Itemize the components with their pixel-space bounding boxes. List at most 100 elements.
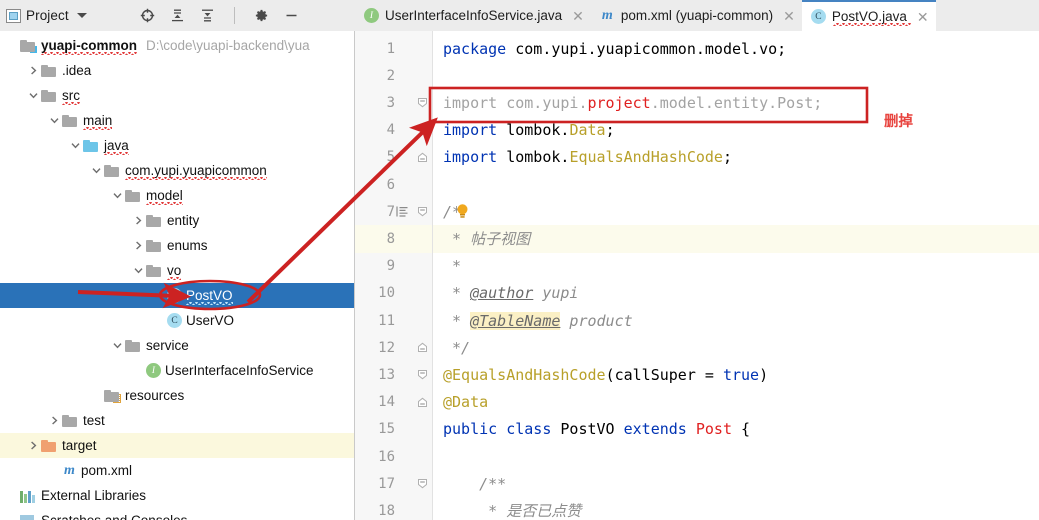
- line-number: 8: [386, 230, 395, 247]
- tree-row-yuapi-common[interactable]: yuapi-common D:\code\yuapi-backend\yua: [0, 33, 354, 58]
- tree-row-java[interactable]: java: [0, 133, 354, 158]
- close-icon[interactable]: ✕: [783, 9, 795, 23]
- editor-gutter[interactable]: 1 2 3 4 5 6 7 8 9 10 11 12 13 14 15 16 17 18: [355, 31, 433, 520]
- chevron-down-icon[interactable]: [76, 13, 87, 18]
- gutter-line-4[interactable]: 4: [355, 117, 432, 144]
- expand-all-icon[interactable]: [169, 7, 186, 24]
- fold-marker-line-17[interactable]: [417, 478, 428, 489]
- code-editor[interactable]: 1 2 3 4 5 6 7 8 9 10 11 12 13 14 15 16 17 18 package com.…: [355, 31, 1039, 520]
- idea-window: Project I UserInterfaceInfoService.java …: [0, 0, 1039, 520]
- tree-row-main[interactable]: main: [0, 108, 354, 133]
- code-line-3[interactable]: import com.yupi.project.model.entity.Pos…: [433, 89, 1039, 116]
- tree-twisty-expanded[interactable]: [109, 191, 125, 200]
- code-line-16[interactable]: [433, 443, 1039, 470]
- tree-row-label: entity: [167, 213, 200, 228]
- tree-row-target[interactable]: target: [0, 433, 354, 458]
- hide-toolwindow-icon[interactable]: [283, 7, 300, 24]
- tree-twisty-collapsed[interactable]: [130, 216, 146, 225]
- tree-twisty-expanded[interactable]: [46, 116, 62, 125]
- code-line-17[interactable]: /**: [433, 470, 1039, 497]
- collapse-all-icon[interactable]: [199, 7, 216, 24]
- gutter-line-11[interactable]: 11: [355, 307, 432, 334]
- spell-error-underline: [41, 52, 138, 55]
- tree-twisty-expanded[interactable]: [88, 166, 104, 175]
- tree-row-enums[interactable]: enums: [0, 233, 354, 258]
- tree-row-label: service: [146, 338, 189, 353]
- code-line-4[interactable]: import lombok.Data;: [433, 117, 1039, 144]
- tree-twisty-collapsed[interactable]: [46, 416, 62, 425]
- select-opened-file-icon[interactable]: [139, 7, 156, 24]
- tree-twisty-expanded[interactable]: [67, 141, 83, 150]
- code-line-text: /**: [443, 474, 507, 493]
- code-line-9[interactable]: *: [433, 253, 1039, 280]
- code-line-8[interactable]: * 帖子视图: [433, 225, 1039, 253]
- tree-row-resources[interactable]: resources: [0, 383, 354, 408]
- close-icon[interactable]: ✕: [917, 10, 929, 24]
- tree-row-label: target: [62, 438, 97, 453]
- tree-twisty-collapsed[interactable]: [130, 241, 146, 250]
- code-line-7[interactable]: /*: [433, 198, 1039, 225]
- tree-row-userinterfaceinfoservice[interactable]: I UserInterfaceInfoService: [0, 358, 354, 383]
- folder-icon: [41, 89, 58, 103]
- code-line-10[interactable]: * @author yupi: [433, 280, 1039, 307]
- editor-tab-2[interactable]: C PostVO.java ✕: [801, 0, 936, 31]
- tree-twisty-collapsed[interactable]: [25, 66, 41, 75]
- tree-twisty-expanded[interactable]: [109, 341, 125, 350]
- code-line-text: import com.yupi.project.model.entity.Pos…: [443, 93, 823, 112]
- tree-row-entity[interactable]: entity: [0, 208, 354, 233]
- tree-row-vo[interactable]: vo: [0, 258, 354, 283]
- fold-marker-line-5[interactable]: [417, 152, 428, 163]
- gutter-line-9[interactable]: 9: [355, 253, 432, 280]
- code-line-14[interactable]: @Data: [433, 389, 1039, 416]
- code-line-2[interactable]: [433, 62, 1039, 89]
- gutter-line-2[interactable]: 2: [355, 62, 432, 89]
- tree-row-scratches-and-consoles[interactable]: Scratches and Consoles: [0, 508, 354, 520]
- project-tree[interactable]: yuapi-common D:\code\yuapi-backend\yua .id…: [0, 31, 355, 520]
- gutter-line-1[interactable]: 1: [355, 35, 432, 62]
- tree-twisty-expanded[interactable]: [25, 91, 41, 100]
- editor-tab-0[interactable]: I UserInterfaceInfoService.java ✕: [355, 0, 591, 31]
- gutter-line-18[interactable]: 18: [355, 497, 432, 520]
- javadoc-gutter-icon[interactable]: [396, 205, 409, 218]
- tree-row-src[interactable]: src: [0, 83, 354, 108]
- project-toolbar-icons: [139, 7, 300, 24]
- gutter-line-6[interactable]: 6: [355, 171, 432, 198]
- code-line-5[interactable]: import lombok.EqualsAndHashCode;: [433, 144, 1039, 171]
- folder-icon: [41, 64, 58, 78]
- code-line-1[interactable]: package com.yupi.yuapicommon.model.vo;: [433, 35, 1039, 62]
- code-line-15[interactable]: public class PostVO extends Post {: [433, 416, 1039, 443]
- gutter-line-10[interactable]: 10: [355, 280, 432, 307]
- tree-twisty-collapsed[interactable]: [25, 441, 41, 450]
- line-number: 7: [386, 203, 395, 220]
- tree-row-pom-xml[interactable]: m pom.xml: [0, 458, 354, 483]
- code-line-18[interactable]: * 是否已点赞: [433, 497, 1039, 520]
- fold-marker-line-12[interactable]: [417, 342, 428, 353]
- fold-marker-line-14[interactable]: [417, 397, 428, 408]
- code-line-11[interactable]: * @TableName product: [433, 307, 1039, 334]
- editor-tab-1[interactable]: m pom.xml (yuapi-common) ✕: [591, 0, 802, 31]
- close-icon[interactable]: ✕: [572, 9, 584, 23]
- code-line-12[interactable]: */: [433, 334, 1039, 361]
- fold-marker-line-3[interactable]: [417, 97, 428, 108]
- editor-code-area[interactable]: package com.yupi.yuapicommon.model.vo; im…: [433, 31, 1039, 520]
- tree-row--idea[interactable]: .idea: [0, 58, 354, 83]
- tree-row-postvo[interactable]: C PostVO: [0, 283, 354, 308]
- fold-marker-line-7[interactable]: [417, 206, 428, 217]
- gutter-line-8[interactable]: 8: [355, 225, 432, 253]
- tree-row-service[interactable]: service: [0, 333, 354, 358]
- code-line-13[interactable]: @EqualsAndHashCode(callSuper = true): [433, 361, 1039, 388]
- tree-row-model[interactable]: model: [0, 183, 354, 208]
- tree-row-com-yupi-yuapicommon[interactable]: com.yupi.yuapicommon: [0, 158, 354, 183]
- intention-bulb-icon[interactable]: [455, 203, 470, 219]
- fold-marker-line-13[interactable]: [417, 369, 428, 380]
- project-toolwindow-header: Project: [0, 0, 355, 31]
- tree-row-test[interactable]: test: [0, 408, 354, 433]
- code-line-6[interactable]: [433, 171, 1039, 198]
- gutter-line-15[interactable]: 15: [355, 416, 432, 443]
- settings-gear-icon[interactable]: [253, 7, 270, 24]
- project-toolwindow-title-group[interactable]: Project: [6, 8, 87, 23]
- tree-row-uservo[interactable]: C UserVO: [0, 308, 354, 333]
- gutter-line-16[interactable]: 16: [355, 443, 432, 470]
- tree-twisty-expanded[interactable]: [130, 266, 146, 275]
- tree-row-external-libraries[interactable]: External Libraries: [0, 483, 354, 508]
